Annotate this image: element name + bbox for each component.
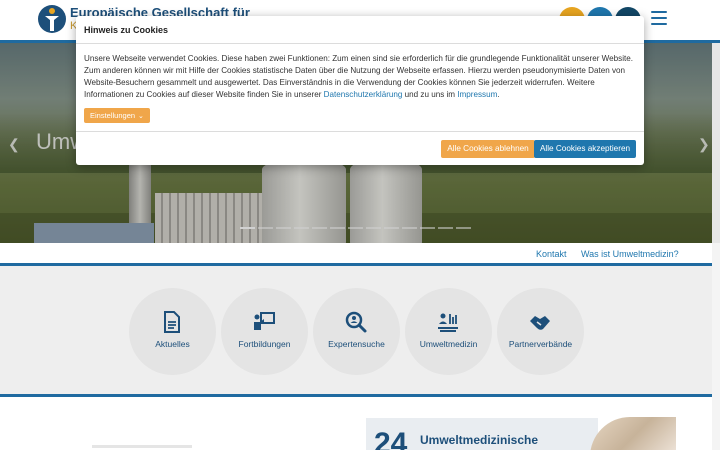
cookie-settings-button[interactable]: Einstellungen ⌄ (84, 108, 150, 123)
teaser-image (590, 417, 676, 450)
cookie-dialog-title: Hinweis zu Cookies (84, 25, 169, 35)
feature-label: Umweltmedizin (419, 339, 478, 349)
feature-expertensuche[interactable]: Expertensuche (313, 288, 400, 375)
scrollbar-track[interactable] (712, 243, 720, 450)
kontakt-link[interactable]: Kontakt (536, 249, 567, 259)
cookie-body-end: . (497, 90, 500, 99)
decline-all-cookies-button[interactable]: Alle Cookies ablehnen (441, 140, 535, 158)
teaser-section: 24 Umweltmedizinische (0, 397, 712, 450)
accept-all-cookies-button[interactable]: Alle Cookies akzeptieren (534, 140, 636, 158)
feature-aktuelles[interactable]: Aktuelles (129, 288, 216, 375)
search-person-icon (345, 311, 367, 333)
teaser-number: 24 (374, 427, 408, 450)
feature-umweltmedizin[interactable]: Umweltmedizin (405, 288, 492, 375)
service-links: Kontakt Was ist Umweltmedizin? (0, 243, 720, 265)
dialog-divider (76, 131, 644, 132)
teaser-title[interactable]: Umweltmedizinische (420, 433, 538, 447)
cookie-dialog: Hinweis zu Cookies Unsere Webseite verwe… (76, 16, 644, 165)
feature-label: Fortbildungen (238, 339, 291, 349)
faint-text-line (92, 445, 192, 448)
dialog-divider (76, 43, 644, 44)
imprint-link[interactable]: Impressum (457, 90, 497, 99)
was-ist-umweltmedizin-link[interactable]: Was ist Umweltmedizin? (581, 249, 679, 259)
logo-figure-icon[interactable] (37, 4, 67, 34)
feature-partnerverbaende[interactable]: Partnerverbände (497, 288, 584, 375)
document-icon (164, 311, 180, 333)
cookie-body-between: und zu uns im (402, 90, 458, 99)
feature-fortbildungen[interactable]: Fortbildungen (221, 288, 308, 375)
feature-label: Partnerverbände (508, 339, 573, 349)
feature-label: Expertensuche (328, 339, 385, 349)
scrollbar-track[interactable] (712, 43, 720, 243)
environment-icon (438, 313, 458, 332)
feature-section: Aktuelles Fortbildungen Expertensuche Um… (0, 266, 712, 394)
handshake-icon (530, 316, 550, 330)
settings-label: Einstellungen (90, 111, 136, 120)
chevron-down-icon: ⌄ (138, 113, 144, 120)
feature-label: Aktuelles (155, 339, 190, 349)
cookie-dialog-text: Unsere Webseite verwendet Cookies. Diese… (84, 53, 640, 101)
privacy-policy-link[interactable]: Datenschutzerklärung (324, 90, 403, 99)
presenter-icon (254, 312, 275, 330)
menu-icon[interactable] (651, 11, 667, 25)
